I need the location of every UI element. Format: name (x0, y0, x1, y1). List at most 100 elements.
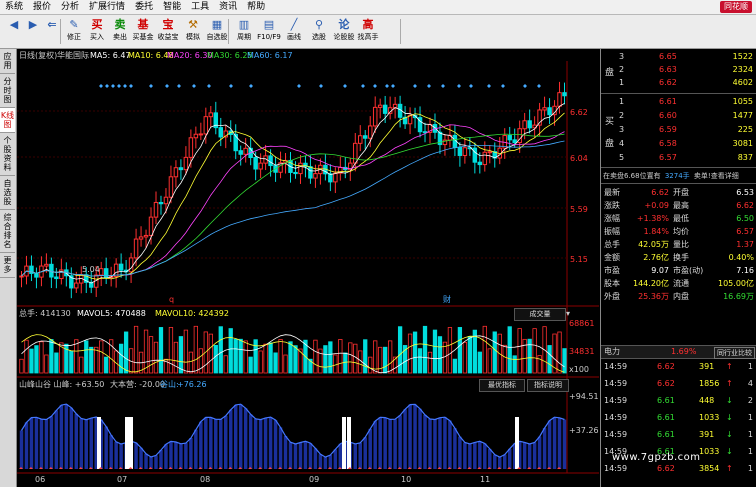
menu-item-0[interactable]: 系统 (0, 0, 28, 14)
candle-body (173, 167, 179, 178)
volume-bar (363, 339, 368, 374)
candle-body (362, 135, 368, 139)
signal-diamond (391, 84, 395, 88)
candle-body (557, 92, 562, 107)
volume-bar (263, 343, 268, 374)
volume-dropdown-icon[interactable]: ▾ (566, 309, 570, 319)
tick-time: 14:59 (604, 396, 628, 405)
candle-body (562, 92, 567, 97)
volume-bar (94, 346, 99, 374)
volume-bar (388, 340, 393, 374)
event-mark-cai[interactable]: 财 (443, 295, 451, 305)
indicator-peak-bar (125, 417, 129, 469)
signal-diamond (123, 84, 127, 88)
stat-key: 振幅 (604, 227, 620, 236)
toolbar-button-15[interactable]: 高找高手 (357, 16, 379, 47)
sell-level: 2 (619, 65, 625, 74)
candle-body (268, 155, 273, 167)
buy-level-row[interactable]: 4 6.58 3081 (601, 137, 756, 150)
menu-item-4[interactable]: 委托 (130, 0, 158, 14)
candle-body (487, 151, 493, 154)
indicator-header: 山峰山谷 山峰: +63.50 (19, 380, 105, 389)
price-axis-2: 6.04 (570, 154, 588, 163)
order-alert[interactable]: 在卖盘6.68位置有 3274手 卖单!查看详细 (603, 170, 739, 182)
sell-level-row[interactable]: 3 6.65 1522 (601, 50, 756, 63)
sidebar-tab-3[interactable]: 个股资料 (0, 133, 15, 176)
buy-price: 6.61 (659, 97, 677, 106)
toolbar-separator (60, 19, 61, 44)
tick-volume: 391 (699, 430, 715, 439)
candle-body (198, 133, 204, 136)
stat-value: 6.62 (736, 201, 754, 210)
candle-body (258, 162, 263, 170)
ma20-label: MA20: 6.30 (167, 51, 213, 60)
sell-level-row[interactable]: 1 6.62 4602 (601, 76, 756, 89)
kline-title: 日线(复权) (19, 51, 58, 60)
volume-bar (427, 351, 433, 374)
sell-level-row[interactable]: 2 6.63 2324 (601, 63, 756, 76)
price-axis-3: 5.59 (570, 205, 588, 214)
forward-icon: ▶ (28, 18, 38, 31)
buy-level-row[interactable]: 5 6.57 837 (601, 151, 756, 164)
sidebar-tab-0[interactable]: 应用 (0, 49, 15, 74)
sell-volume: 1522 (732, 52, 753, 61)
indicator-help-button[interactable]: 指标说明 (527, 379, 569, 392)
menu-item-8[interactable]: 帮助 (242, 0, 270, 14)
select-stock-icon: ⚲ (314, 18, 324, 31)
volume-bar (343, 352, 348, 374)
sidebar-tab-2[interactable]: K线图 (0, 108, 15, 133)
candle-body (382, 104, 388, 114)
buy-level-row[interactable]: 2 6.60 1477 (601, 109, 756, 122)
stat-value: 6.50 (736, 214, 754, 223)
sidebar-tab-1[interactable]: 分时图 (0, 74, 15, 108)
volume-bar (104, 356, 109, 374)
sell-price: 6.63 (659, 65, 677, 74)
sidebar-tab-4[interactable]: 自选股 (0, 176, 15, 210)
stat-key: 最低 (673, 214, 689, 223)
chart-area[interactable]: 日线(复权) 华能国际 MA5: 6.47 MA10: 6.48 MA20: 6… (17, 49, 599, 487)
candle-body (143, 234, 149, 238)
volume-bar (238, 338, 243, 374)
signal-diamond (249, 84, 253, 88)
tick-row: 14:59 6.61 391 ↓ 1 (601, 428, 756, 442)
candle-body (148, 216, 154, 236)
best-indicator-button[interactable]: 最优指标 (479, 379, 525, 392)
orderbook-divider (601, 93, 756, 94)
sidebar-tab-6[interactable]: 更多 (0, 253, 15, 278)
order-alert-right[interactable]: 卖单!查看详细 (694, 172, 739, 180)
candle-body (34, 272, 39, 278)
volume-bar (188, 351, 194, 374)
signal-diamond (319, 84, 323, 88)
menu-item-1[interactable]: 报价 (28, 0, 56, 14)
stat-value: 1.37 (736, 240, 754, 249)
tick-price: 6.61 (657, 396, 675, 405)
buy-level-row[interactable]: 1 6.61 1055 (601, 95, 756, 108)
menu-item-3[interactable]: 扩展行情 (84, 0, 130, 14)
indicator-big: 大本营: -20.00 (110, 380, 166, 389)
menu-item-5[interactable]: 智能 (158, 0, 186, 14)
candle-body (203, 116, 209, 135)
candle-body (168, 176, 174, 198)
volume-bar (228, 328, 233, 374)
sell-level: 3 (619, 52, 625, 61)
industry-compare-button[interactable]: 同行业比较 (714, 347, 755, 359)
candle-body (547, 107, 552, 116)
sidebar-tab-5[interactable]: 综合排名 (0, 210, 15, 253)
toolbar-button-9[interactable]: ▦ 自选股 (206, 16, 228, 47)
kline-chart[interactable] (17, 49, 599, 487)
volume-bar (123, 331, 129, 374)
candle-body (313, 173, 318, 179)
menu-item-2[interactable]: 分析 (56, 0, 84, 14)
candle-body (54, 276, 59, 280)
home-icon: ⇐ (47, 18, 57, 31)
menu-item-6[interactable]: 工具 (186, 0, 214, 14)
volume-indicator-button[interactable]: 成交量 (514, 308, 566, 321)
candle-body (118, 263, 124, 271)
buy-level-row[interactable]: 3 6.59 225 (601, 123, 756, 136)
stat-key: 股本 (604, 279, 620, 288)
signal-diamond (192, 84, 196, 88)
arrow-up-icon: ↑ (726, 379, 733, 388)
buy-price: 6.58 (659, 139, 677, 148)
menu-item-7[interactable]: 资讯 (214, 0, 242, 14)
order-alert-mid: 3274手 (664, 172, 690, 180)
